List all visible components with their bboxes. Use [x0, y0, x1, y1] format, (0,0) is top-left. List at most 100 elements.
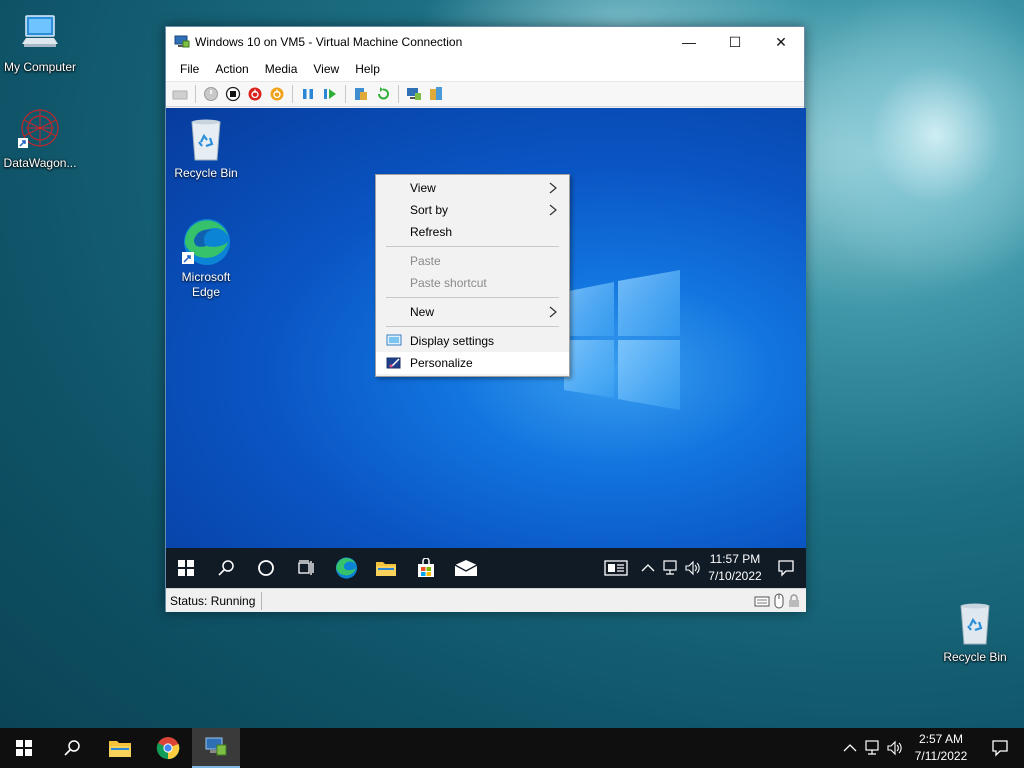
start-button[interactable]: [0, 728, 48, 768]
menu-separator: [386, 297, 559, 298]
volume-icon[interactable]: [682, 560, 704, 576]
guest-icon-recycle-bin[interactable]: Recycle Bin: [166, 116, 246, 181]
guest-icon-microsoft-edge[interactable]: Microsoft Edge: [166, 216, 246, 300]
taskbar-vm-connection[interactable]: [192, 728, 240, 768]
toolbar-separator: [345, 85, 346, 103]
notification-icon: [778, 560, 794, 577]
network-icon[interactable]: [660, 560, 682, 576]
windows-start-icon: [16, 740, 32, 756]
start-button[interactable]: [166, 548, 206, 588]
edge-icon: [335, 557, 358, 579]
vm-connection-window: Windows 10 on VM5 - Virtual Machine Conn…: [165, 26, 806, 612]
taskbar-chrome[interactable]: [144, 728, 192, 768]
desktop-icon-label: Recycle Bin: [174, 166, 238, 180]
taskbar-edge[interactable]: [326, 548, 366, 588]
menu-view[interactable]: View: [305, 62, 347, 76]
clock-time: 2:57 AM: [918, 732, 964, 746]
network-icon[interactable]: [862, 740, 884, 756]
task-view-button[interactable]: [286, 548, 326, 588]
recycle-bin-icon: [951, 600, 999, 648]
menu-file[interactable]: File: [172, 62, 207, 76]
menu-media[interactable]: Media: [257, 62, 306, 76]
host-taskbar: 2:57 AM 7/11/2022: [0, 728, 1024, 768]
desktop-icon-my-computer[interactable]: My Computer: [0, 10, 80, 74]
news-icon: [604, 560, 628, 576]
search-icon: [218, 560, 234, 576]
maximize-button[interactable]: ☐: [712, 27, 758, 57]
menu-item-paste-shortcut: Paste shortcut: [376, 272, 569, 294]
title-bar[interactable]: Windows 10 on VM5 - Virtual Machine Conn…: [166, 27, 804, 57]
volume-icon[interactable]: [884, 740, 906, 756]
ctrl-alt-del-icon[interactable]: [170, 84, 190, 104]
chevron-right-icon: [549, 306, 557, 318]
datawagon-icon: [16, 106, 64, 154]
host-clock[interactable]: 2:57 AM 7/11/2022: [906, 731, 976, 765]
toolbar: [166, 81, 804, 107]
status-text: Status: Running: [170, 591, 263, 610]
pause-icon[interactable]: [298, 84, 318, 104]
cortana-icon: [258, 560, 274, 576]
search-button[interactable]: [206, 548, 246, 588]
status-bar: Status: Running: [166, 588, 806, 612]
menu-item-sort-by[interactable]: Sort by: [376, 199, 569, 221]
menu-item-label: View: [410, 181, 436, 195]
lock-icon: [789, 593, 799, 607]
minimize-button[interactable]: —: [666, 27, 712, 57]
folder-icon: [109, 741, 131, 757]
search-button[interactable]: [48, 728, 96, 768]
windows-logo-wallpaper: [564, 270, 680, 410]
guest-clock[interactable]: 11:57 PM 7/10/2022: [704, 551, 766, 585]
window-title: Windows 10 on VM5 - Virtual Machine Conn…: [195, 35, 463, 49]
menu-item-label: Paste shortcut: [410, 276, 487, 290]
menu-item-new[interactable]: New: [376, 301, 569, 323]
menu-bar: File Action Media View Help: [166, 57, 804, 81]
menu-item-view[interactable]: View: [376, 177, 569, 199]
menu-item-label: Sort by: [410, 203, 449, 217]
taskbar-mail[interactable]: [446, 548, 486, 588]
menu-item-label: Refresh: [410, 225, 453, 239]
context-menu: View Sort by Refresh Paste Paste shortcu…: [375, 174, 570, 377]
menu-item-label: Display settings: [410, 334, 495, 348]
toolbar-separator: [195, 85, 196, 103]
computer-icon: [16, 10, 64, 58]
save-state-icon[interactable]: [267, 84, 287, 104]
folder-icon: [376, 562, 396, 576]
menu-help[interactable]: Help: [347, 62, 388, 76]
turn-off-icon[interactable]: [223, 84, 243, 104]
start-icon[interactable]: [201, 84, 221, 104]
revert-icon[interactable]: [373, 84, 393, 104]
search-icon: [64, 740, 80, 756]
taskbar-file-explorer[interactable]: [96, 728, 144, 768]
tray-chevron-up-icon[interactable]: [636, 563, 660, 573]
desktop-icon-label: Microsoft Edge: [181, 270, 231, 299]
menu-action[interactable]: Action: [207, 62, 256, 76]
guest-taskbar: 11:57 PM 7/10/2022: [166, 548, 806, 588]
share-icon[interactable]: [426, 84, 446, 104]
menu-item-display-settings[interactable]: Display settings: [376, 330, 569, 352]
enhanced-session-icon[interactable]: [404, 84, 424, 104]
resume-icon[interactable]: [320, 84, 340, 104]
edge-icon: [180, 216, 232, 268]
close-button[interactable]: ✕: [758, 27, 804, 57]
menu-separator: [386, 326, 559, 327]
news-button[interactable]: [596, 548, 636, 588]
desktop-icon-datawagon[interactable]: DataWagon...: [0, 106, 80, 170]
desktop-icon-recycle-bin-host[interactable]: Recycle Bin: [935, 600, 1015, 664]
shutdown-icon[interactable]: [245, 84, 265, 104]
cortana-button[interactable]: [246, 548, 286, 588]
notification-button[interactable]: [976, 728, 1024, 768]
notification-button[interactable]: [766, 548, 806, 588]
tray-chevron-up-icon[interactable]: [838, 743, 862, 753]
taskbar-file-explorer[interactable]: [366, 548, 406, 588]
store-icon: [418, 558, 434, 577]
personalize-icon: [386, 357, 401, 369]
wave-foam: [780, 0, 1024, 300]
recycle-bin-icon: [182, 116, 230, 164]
menu-item-personalize[interactable]: Personalize: [376, 352, 569, 374]
taskbar-store[interactable]: [406, 548, 446, 588]
notification-icon: [992, 740, 1008, 757]
vm-guest-screen[interactable]: Recycle Bin Microsoft Edge View Sort by …: [166, 108, 806, 588]
menu-item-refresh[interactable]: Refresh: [376, 221, 569, 243]
checkpoint-icon[interactable]: [351, 84, 371, 104]
menu-separator: [386, 246, 559, 247]
